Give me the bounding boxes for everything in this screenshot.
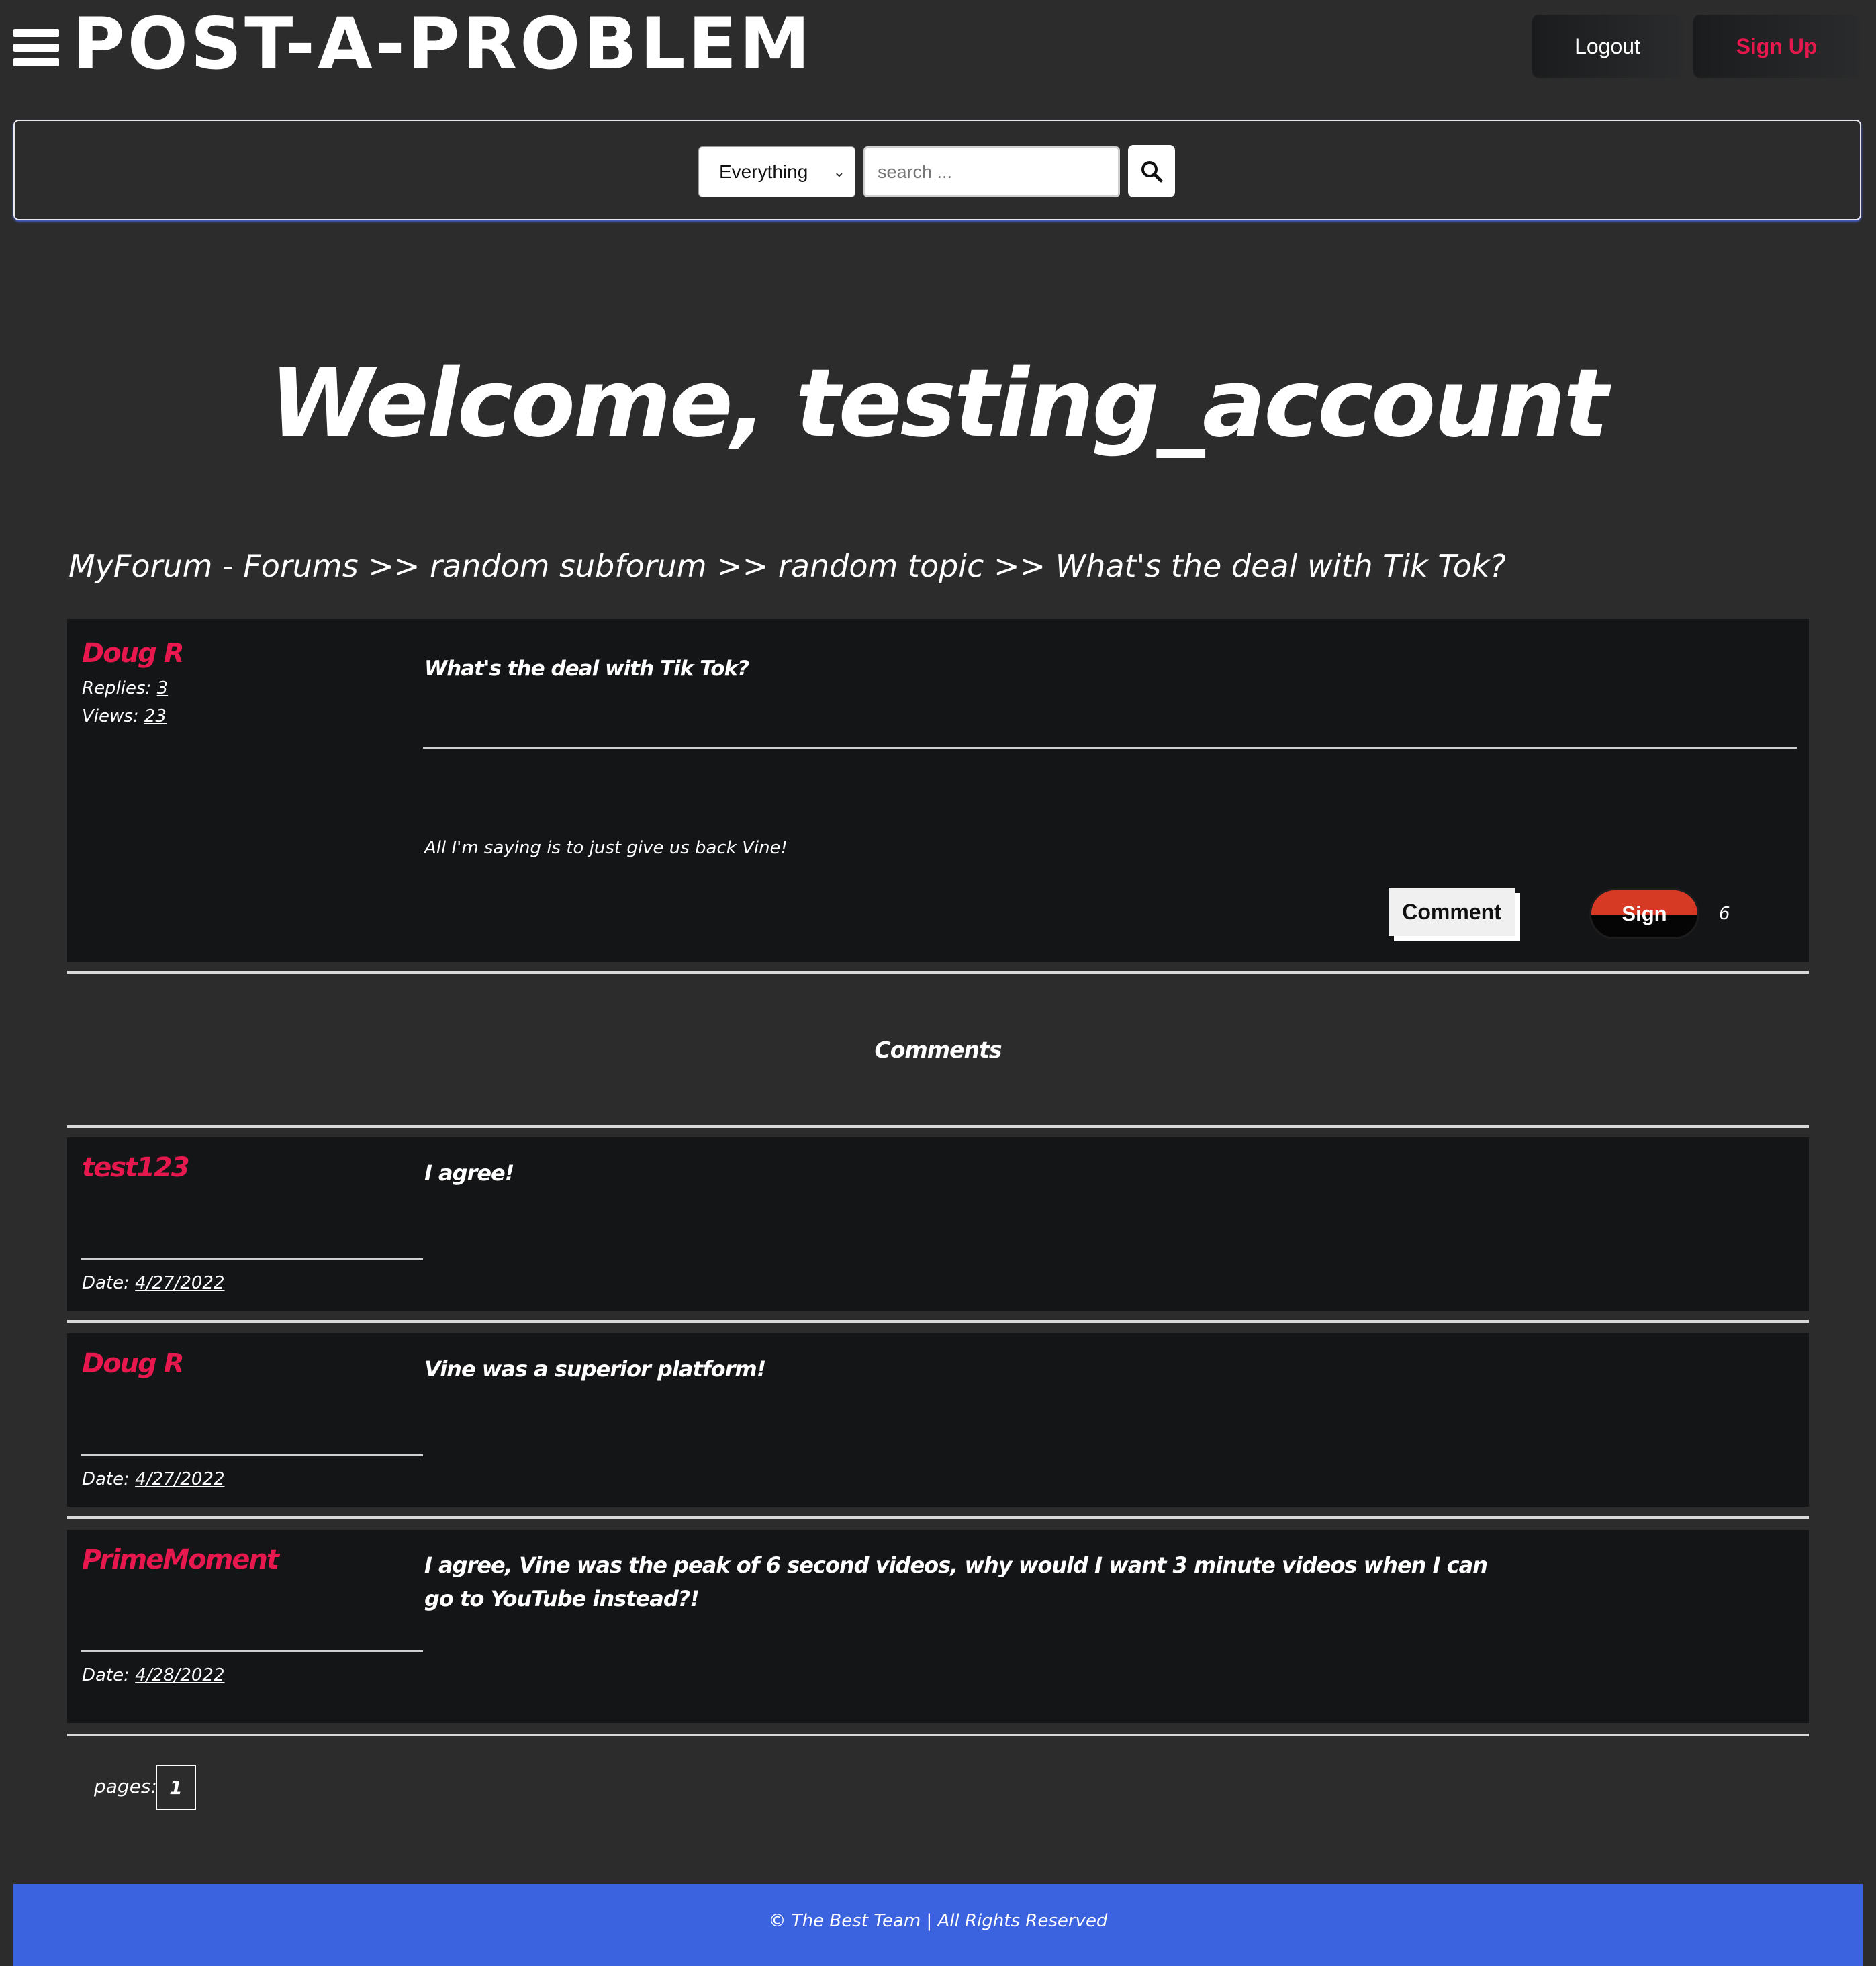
breadcrumb[interactable]: MyForum - Forums >> random subforum >> r… xyxy=(68,548,1506,584)
comment-author[interactable]: Doug R xyxy=(82,1348,185,1379)
comments-heading: Comments xyxy=(874,1037,1002,1063)
sign-count: 6 xyxy=(1719,904,1730,924)
topic-post: Doug R Replies: 3 Views: 23 What's the d… xyxy=(67,619,1809,962)
sign-button[interactable]: Sign xyxy=(1591,890,1697,937)
date-label: Date: xyxy=(82,1665,130,1685)
site-logo[interactable]: POST-A-PROBLEM xyxy=(73,4,813,85)
comment-author[interactable]: test123 xyxy=(82,1152,190,1183)
comment-divider xyxy=(81,1650,423,1652)
comment-button[interactable]: Comment xyxy=(1389,888,1515,936)
comment-item: PrimeMoment I agree, Vine was the peak o… xyxy=(67,1530,1809,1723)
page-1-button[interactable]: 1 xyxy=(156,1765,196,1810)
hamburger-menu-icon[interactable] xyxy=(13,29,59,66)
post-replies: Replies: 3 xyxy=(82,678,168,698)
footer-copyright: © The Best Team | All Rights Reserved xyxy=(768,1911,1108,1931)
divider xyxy=(67,1516,1809,1519)
comment-item: Doug R Vine was a superior platform! Dat… xyxy=(67,1333,1809,1507)
views-count[interactable]: 23 xyxy=(144,706,167,727)
divider xyxy=(67,1125,1809,1128)
comment-date: Date: 4/28/2022 xyxy=(82,1665,225,1685)
comment-divider xyxy=(81,1258,423,1260)
welcome-heading: Welcome, testing_account xyxy=(269,349,1608,459)
search-scope-select[interactable]: Everything ⌄ xyxy=(698,146,855,197)
signup-button[interactable]: Sign Up xyxy=(1693,15,1860,78)
comment-divider xyxy=(81,1454,423,1456)
comment-text: I agree! xyxy=(424,1160,514,1186)
comment-text: I agree, Vine was the peak of 6 second v… xyxy=(424,1548,1488,1616)
comment-text-line: I agree, Vine was the peak of 6 second v… xyxy=(424,1552,1488,1578)
chevron-down-icon: ⌄ xyxy=(833,163,845,180)
comment-author[interactable]: PrimeMoment xyxy=(82,1544,279,1575)
date-value[interactable]: 4/27/2022 xyxy=(135,1469,224,1489)
post-title: What's the deal with Tik Tok? xyxy=(424,657,749,681)
date-value[interactable]: 4/28/2022 xyxy=(135,1665,224,1685)
footer: © The Best Team | All Rights Reserved xyxy=(13,1884,1863,1966)
comment-item: test123 I agree! Date: 4/27/2022 xyxy=(67,1137,1809,1311)
search-icon xyxy=(1141,161,1163,183)
divider xyxy=(67,1320,1809,1323)
search-button[interactable] xyxy=(1128,145,1175,197)
comment-date: Date: 4/27/2022 xyxy=(82,1469,225,1489)
date-value[interactable]: 4/27/2022 xyxy=(135,1273,224,1293)
replies-count[interactable]: 3 xyxy=(157,678,169,698)
date-label: Date: xyxy=(82,1273,130,1293)
comment-text: Vine was a superior platform! xyxy=(424,1356,766,1382)
comment-text-line: go to YouTube instead?! xyxy=(424,1586,700,1611)
pagination-label: pages: xyxy=(94,1775,157,1797)
views-label: Views: xyxy=(82,706,139,727)
replies-label: Replies: xyxy=(82,678,152,698)
divider xyxy=(67,1734,1809,1736)
post-views: Views: 23 xyxy=(82,706,167,727)
logout-button[interactable]: Logout xyxy=(1532,15,1683,78)
search-input[interactable]: search ... xyxy=(863,146,1120,197)
comment-date: Date: 4/27/2022 xyxy=(82,1273,225,1293)
post-divider xyxy=(423,747,1797,749)
date-label: Date: xyxy=(82,1469,130,1489)
post-author[interactable]: Doug R xyxy=(82,638,185,669)
divider xyxy=(67,971,1809,974)
top-header: POST-A-PROBLEM Logout Sign Up xyxy=(0,0,1876,101)
post-body: All I'm saying is to just give us back V… xyxy=(424,838,788,858)
search-scope-value: Everything xyxy=(719,161,808,182)
